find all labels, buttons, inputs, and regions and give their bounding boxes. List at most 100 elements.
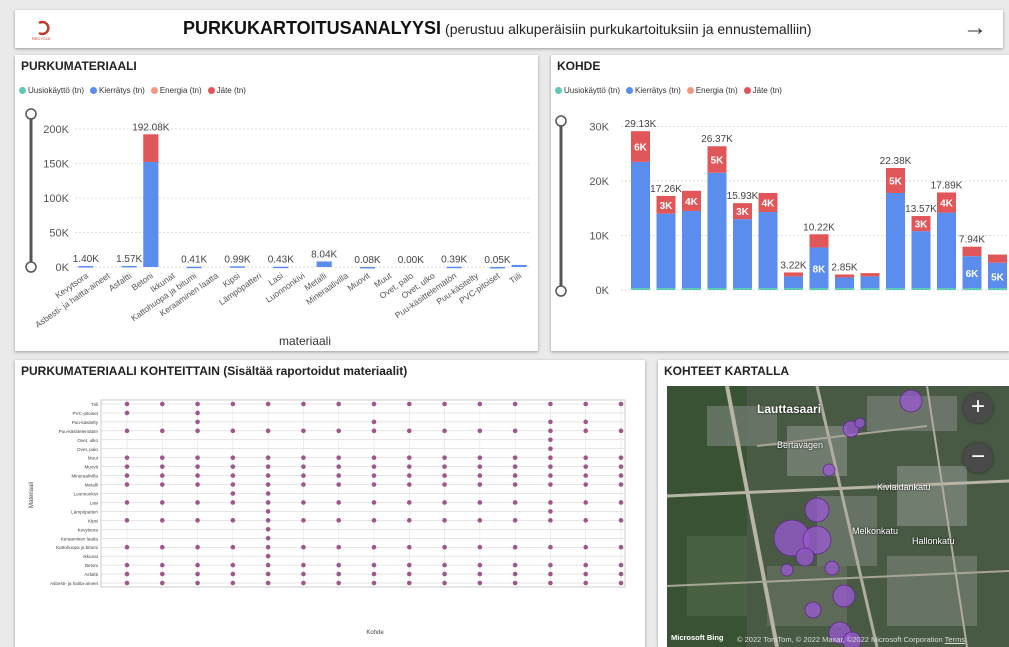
location-bubble [832, 584, 856, 608]
data-point [406, 473, 412, 478]
data-point [230, 580, 236, 586]
y-tick-label: Ikkunat [83, 554, 99, 559]
y-tick-label: Puu-käsitelty [72, 420, 99, 425]
x-tick-label: Asfaltti [107, 270, 134, 293]
data-point [124, 401, 130, 407]
data-label: 192.08K [132, 122, 170, 133]
data-point [371, 428, 377, 434]
bar-segment [860, 273, 880, 277]
bar-segment [316, 261, 332, 267]
data-point [512, 482, 518, 487]
x-tick-label: Tiili [507, 270, 523, 285]
data-point [159, 518, 165, 523]
segment-label: 4K [940, 199, 954, 210]
data-point [618, 518, 624, 523]
data-point [124, 482, 130, 487]
data-point [124, 455, 130, 460]
bar-segment [186, 266, 202, 269]
data-point [442, 518, 447, 523]
data-point [195, 455, 200, 460]
data-point [618, 464, 624, 469]
data-point [159, 401, 165, 407]
data-point [336, 455, 342, 460]
y-tick-label: 200K [43, 124, 69, 136]
data-point [512, 401, 518, 407]
data-point [230, 455, 236, 460]
data-point [618, 482, 624, 487]
kohteittain-dot-chart[interactable]: Tiili PVC-pitoiset Puu-käsitelty Puu-käsitt… [15, 360, 645, 647]
bar-segment [758, 212, 778, 290]
bar-segment [809, 234, 829, 248]
data-point [548, 580, 553, 586]
segment-label: 6K [634, 143, 648, 154]
data-point [195, 518, 200, 523]
y-tick-label: 150K [43, 158, 69, 170]
data-point [265, 544, 271, 550]
segment-label: 5K [711, 156, 725, 167]
data-point [477, 455, 483, 460]
data-point [548, 562, 553, 568]
data-point [159, 428, 165, 434]
data-point [442, 464, 447, 469]
bar-segment [784, 272, 803, 277]
data-point [583, 562, 589, 568]
data-point [406, 562, 412, 568]
data-point [124, 473, 130, 478]
materiaali-bar-chart[interactable]: 0K50K100K150K200K1.40KKevytsoraAsbesti- … [15, 55, 538, 351]
data-point [442, 571, 447, 577]
x-axis-title: materiaali [279, 334, 331, 348]
data-point [301, 544, 306, 550]
map-bubbles[interactable] [667, 386, 1009, 647]
y-tick-label: Ovet, ulko [77, 438, 98, 443]
terms-link[interactable]: Terms [945, 635, 965, 644]
next-page-arrow-icon[interactable]: → [963, 14, 987, 42]
data-point [195, 473, 200, 478]
location-bubble [780, 563, 794, 577]
data-point [265, 518, 271, 523]
satellite-map[interactable]: Lauttasaari Bertavägen Kiviaidankatu Mel… [667, 386, 1009, 647]
y-tick-label: Betoni [85, 563, 98, 568]
data-point [230, 518, 236, 523]
y-tick-label: 50K [49, 227, 69, 239]
data-point [265, 428, 271, 434]
place-label: Melkonkatu [852, 526, 899, 536]
data-point [336, 401, 342, 407]
data-point [265, 482, 271, 487]
data-point [195, 571, 200, 577]
data-point [301, 562, 306, 568]
data-point [265, 509, 271, 514]
range-slider-handle-top [555, 115, 567, 127]
data-point [618, 562, 624, 568]
data-point [336, 571, 342, 577]
bar-segment [707, 288, 727, 290]
data-point [195, 419, 200, 425]
bar-segment [143, 134, 159, 162]
data-point [195, 500, 200, 505]
y-tick-label: Keraaminen laatta [61, 536, 99, 541]
data-point [548, 473, 553, 478]
segment-label: 3K [736, 207, 750, 218]
data-point [195, 410, 200, 416]
data-point [159, 571, 165, 577]
bar-segment [886, 192, 905, 290]
data-point [371, 482, 377, 487]
data-label: 0.05K [484, 255, 510, 266]
map-copyright-text: © 2022 TomTom, © 2022 Maxar, ©2022 Micro… [737, 635, 943, 644]
data-point [124, 518, 130, 523]
bar-segment [489, 266, 506, 269]
kohde-bar-chart[interactable]: 0K10K20K30K6K29.13K3K17.26K4K5K26.37K3K1… [551, 55, 1009, 351]
data-point [548, 571, 553, 577]
data-point [230, 428, 236, 434]
bar-segment [962, 246, 982, 257]
zoom-in-button[interactable]: + [963, 393, 993, 423]
data-point [265, 464, 271, 469]
zoom-out-button[interactable]: − [963, 443, 993, 473]
data-label: 22.38K [880, 156, 912, 167]
data-point [406, 571, 412, 577]
data-point [477, 473, 483, 478]
data-point [336, 580, 342, 586]
data-point [265, 527, 271, 532]
y-tick-label: Kipsi [88, 518, 98, 523]
location-bubble [795, 547, 815, 567]
data-point [301, 482, 306, 487]
